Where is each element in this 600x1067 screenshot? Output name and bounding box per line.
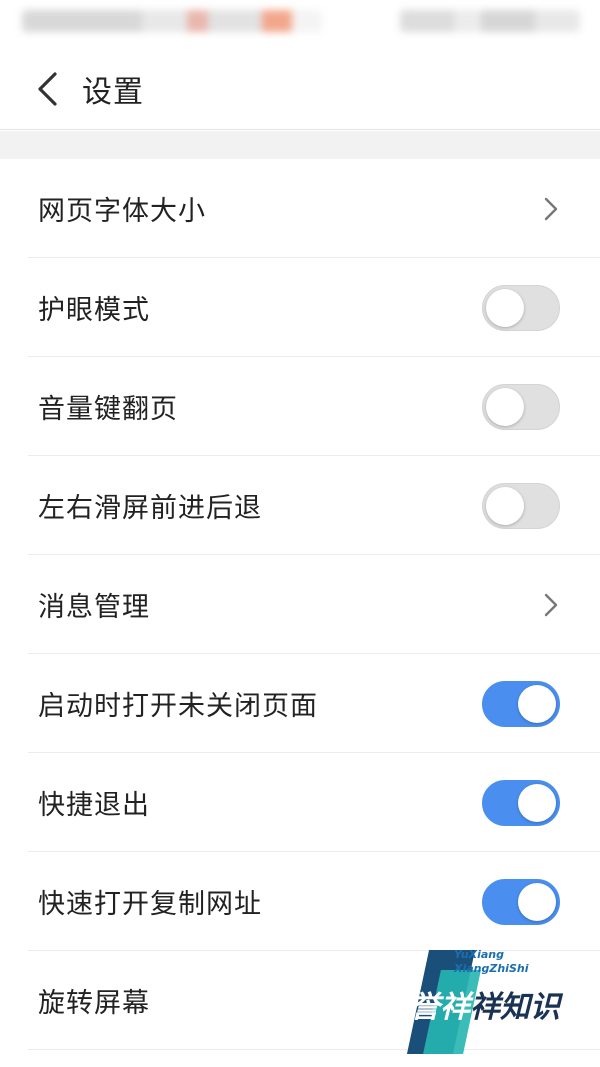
top-nav-bar: 设置 (0, 48, 600, 130)
chevron-right-icon (544, 593, 558, 616)
setting-label: 快捷退出 (38, 790, 150, 821)
setting-row-swipe-navigation[interactable]: 左右滑屏前进后退 (0, 456, 600, 555)
section-spacer (0, 131, 600, 159)
back-button[interactable] (12, 48, 82, 130)
chevron-left-icon (38, 71, 57, 106)
toggle-knob (486, 486, 524, 525)
toggle-knob (486, 288, 524, 327)
status-bar (0, 0, 600, 48)
setting-label: 网页字体大小 (38, 196, 206, 227)
setting-row-font-size[interactable]: 网页字体大小 (0, 159, 600, 258)
toggle-knob (486, 387, 524, 426)
toggle-knob (518, 684, 556, 723)
chevron-right-icon (544, 197, 558, 220)
toggle-switch[interactable] (482, 284, 560, 331)
setting-label: 启动时打开未关闭页面 (38, 691, 318, 722)
toggle-switch[interactable] (482, 383, 560, 430)
toggle-switch[interactable] (482, 779, 560, 826)
setting-label: 快速打开复制网址 (38, 889, 262, 920)
watermark-brand: 誉祥祥知识 (410, 982, 560, 1026)
blurred-status-right (400, 10, 580, 32)
setting-label: 消息管理 (38, 592, 150, 623)
toggle-switch[interactable] (482, 878, 560, 925)
watermark-text-line1: YuXiang (454, 948, 504, 961)
watermark-logo: YuXiang XiangZhiShi 誉祥祥知识 (406, 946, 585, 1056)
setting-row-quick-exit[interactable]: 快捷退出 (0, 753, 600, 852)
setting-row-message-management[interactable]: 消息管理 (0, 555, 600, 654)
toggle-switch[interactable] (482, 482, 560, 529)
setting-label: 左右滑屏前进后退 (38, 493, 262, 524)
setting-row-open-copied-url[interactable]: 快速打开复制网址 (0, 852, 600, 951)
toggle-switch[interactable] (482, 680, 560, 727)
setting-row-volume-key-page[interactable]: 音量键翻页 (0, 357, 600, 456)
blurred-status-left (22, 10, 322, 32)
watermark-brand-a: 誉祥 (410, 990, 470, 1025)
setting-label: 音量键翻页 (38, 394, 178, 425)
setting-row-eye-protection[interactable]: 护眼模式 (0, 258, 600, 357)
setting-row-restore-pages[interactable]: 启动时打开未关闭页面 (0, 654, 600, 753)
setting-label: 护眼模式 (38, 295, 150, 326)
settings-list: 网页字体大小 护眼模式音量键翻页左右滑屏前进后退 消息管理启动时打开未关闭页面 快捷退… (0, 159, 600, 1050)
setting-label: 旋转屏幕 (38, 988, 150, 1019)
toggle-knob (518, 783, 556, 822)
watermark-brand-b: 祥知识 (470, 990, 560, 1025)
watermark-text-line2: XiangZhiShi (454, 962, 529, 975)
page-title: 设置 (82, 74, 144, 110)
toggle-knob (518, 882, 556, 921)
